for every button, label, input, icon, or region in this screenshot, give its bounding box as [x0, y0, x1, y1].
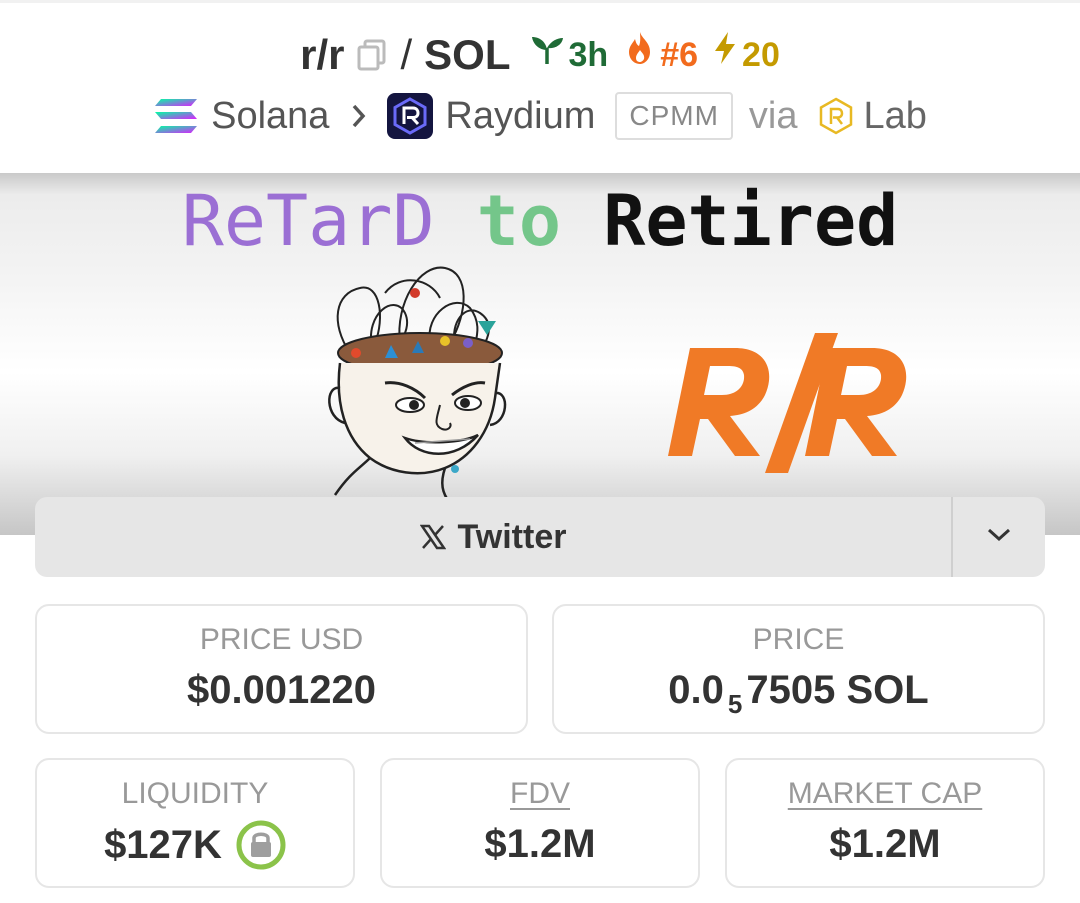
launchpad-name[interactable]: Lab [864, 93, 927, 139]
lock-icon[interactable] [236, 820, 286, 870]
raydium-icon [387, 93, 434, 139]
price-native-zero-count: 5 [727, 689, 743, 719]
boost-badge[interactable]: 20 [712, 30, 780, 80]
lightning-icon [712, 30, 742, 80]
rank-text: #6 [660, 36, 699, 74]
chain-name[interactable]: Solana [211, 93, 329, 139]
pair-source-row: Solana Raydium CPMM via Lab [0, 92, 1080, 140]
price-native-label: PRICE [752, 623, 845, 656]
boost-count: 20 [742, 36, 780, 74]
chevron-right-icon [351, 103, 367, 129]
token-banner-image: ReTarD to Retired [0, 173, 1080, 535]
price-native-card: PRICE 0.0 5 7505 SOL [552, 604, 1045, 734]
price-usd-card: PRICE USD $0.001220 [35, 604, 528, 734]
top-border [0, 0, 1080, 3]
pool-type-label: CPMM [615, 92, 733, 140]
copy-icon[interactable] [357, 39, 387, 71]
price-usd-label: PRICE USD [199, 623, 364, 656]
market-cap-label[interactable]: MARKET CAP [727, 776, 1043, 812]
age-badge[interactable]: 3h [529, 30, 609, 80]
solana-icon [153, 97, 199, 135]
market-cap-value: $1.2M [829, 822, 941, 866]
liquidity-value-row: $127K [37, 820, 353, 870]
pair-title: r/r / SOL 3h #6 20 [0, 30, 1080, 80]
price-native-value: 0.0 5 7505 SOL [554, 666, 1043, 719]
fdv-value: $1.2M [484, 822, 596, 866]
x-logo-icon [419, 524, 446, 550]
liquidity-label: LIQUIDITY [121, 777, 269, 810]
age-text: 3h [568, 36, 609, 74]
fdv-card: FDV $1.2M [380, 758, 700, 888]
meme-illustration [328, 266, 907, 504]
dex-name[interactable]: Raydium [445, 93, 595, 139]
seedling-icon [529, 30, 569, 80]
social-links-bar: Twitter [35, 497, 1045, 577]
flame-icon [624, 30, 660, 80]
price-native-suffix: 7505 SOL [746, 668, 929, 712]
market-cap-card: MARKET CAP $1.2M [725, 758, 1045, 888]
twitter-label: Twitter [457, 517, 567, 556]
price-usd-value: $0.001220 [186, 668, 377, 712]
liquidity-value: $127K [104, 823, 222, 867]
via-text: via [748, 95, 798, 137]
lab-icon [818, 97, 854, 135]
twitter-button[interactable]: Twitter [35, 497, 951, 577]
base-symbol: r/r [300, 31, 345, 78]
price-native-prefix: 0.0 [668, 668, 724, 712]
quote-symbol: SOL [424, 31, 511, 78]
chevron-down-icon [986, 527, 1012, 548]
more-links-toggle[interactable] [953, 497, 1045, 577]
pair-slash: / [400, 31, 413, 78]
liquidity-card: LIQUIDITY $127K [35, 758, 355, 888]
banner-logo [668, 333, 907, 473]
trending-rank-badge[interactable]: #6 [624, 30, 698, 80]
fdv-label[interactable]: FDV [382, 776, 698, 812]
